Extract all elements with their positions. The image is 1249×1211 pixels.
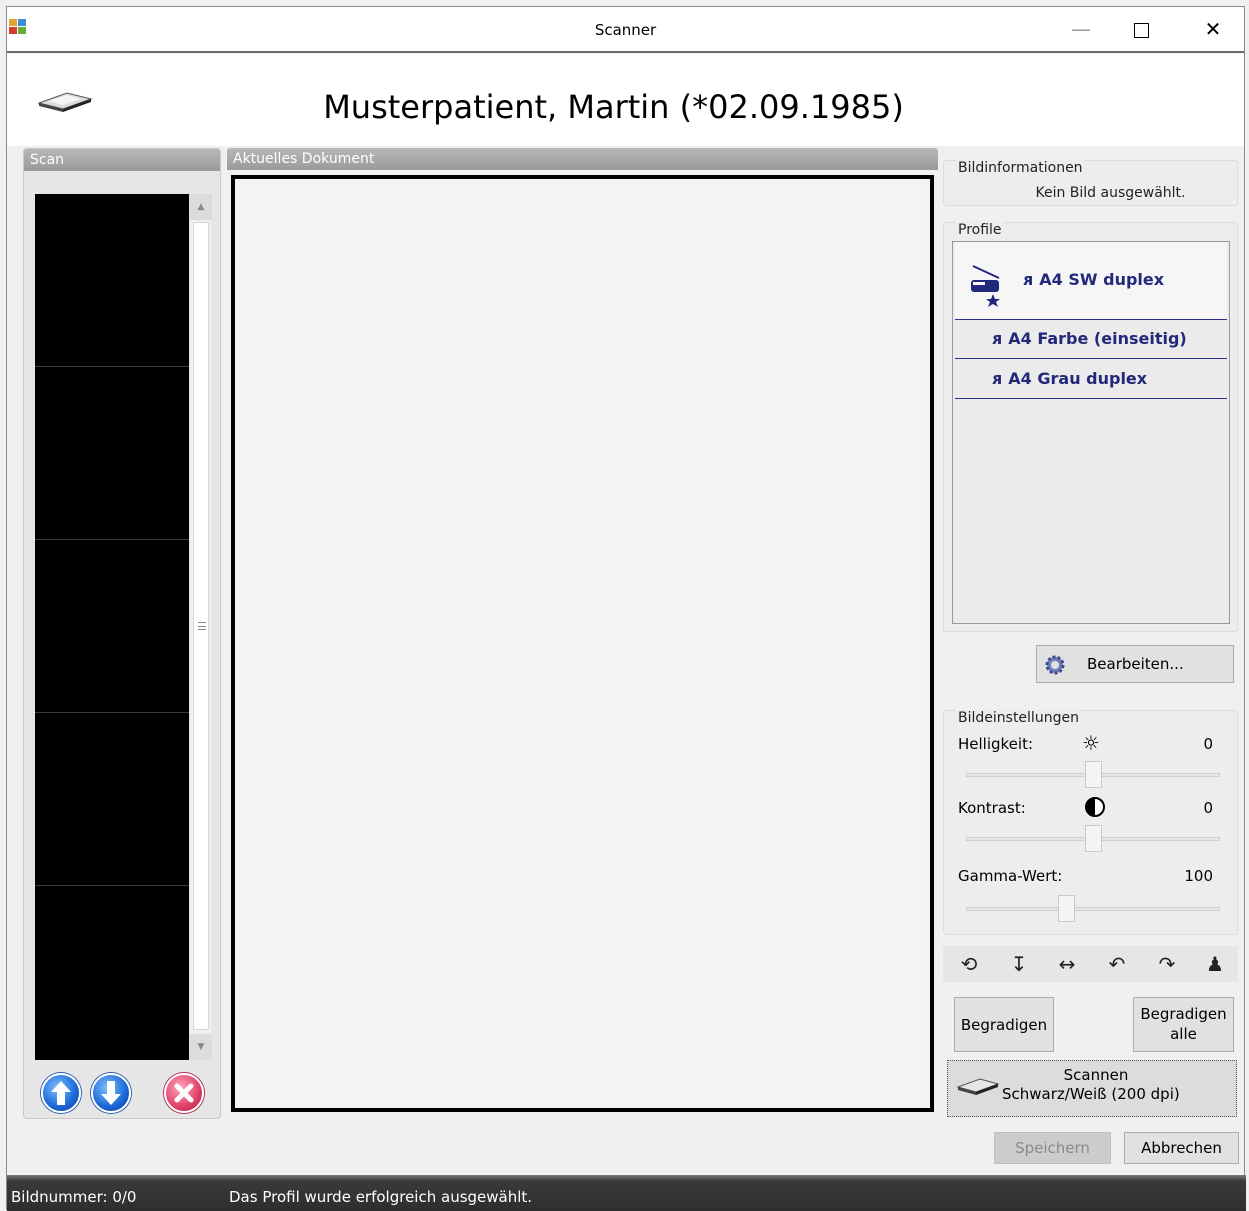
person-icon: ᴙ <box>1023 270 1034 289</box>
rotate-left-icon[interactable]: ↶ <box>1103 950 1131 978</box>
scroll-up-arrow[interactable]: ▲ <box>190 194 212 220</box>
gamma-label: Gamma-Wert: <box>958 867 1063 885</box>
scroll-down-arrow[interactable]: ▼ <box>190 1034 212 1060</box>
gamma-slider-thumb[interactable] <box>1058 895 1075 922</box>
status-message: Das Profil wurde erfolgreich ausgewählt. <box>229 1188 533 1206</box>
title-bar: Scanner — ✕ <box>7 7 1244 53</box>
scanner-default-icon <box>971 265 1000 307</box>
profile-label: A4 Grau duplex <box>1008 369 1148 388</box>
cancel-button[interactable]: Abbrechen <box>1124 1132 1239 1164</box>
image-number-status: Bildnummer: 0/0 <box>11 1188 137 1206</box>
image-tools-toolbar: ⟲ ↧ ↔ ↶ ↷ ♟ <box>943 946 1238 982</box>
close-button[interactable]: ✕ <box>1190 7 1236 51</box>
thumbnail-divider <box>35 539 189 540</box>
profile-list[interactable]: ᴙ A4 SW duplex ᴙ A4 Farbe (einseitig) ᴙ A4 … <box>952 241 1230 624</box>
thumbnail-divider <box>35 712 189 713</box>
delete-button[interactable] <box>164 1073 204 1113</box>
thumbnail-scrollbar[interactable]: ▲ ▼ <box>189 194 212 1060</box>
image-info-group: Bildinformationen Kein Bild ausgewählt. <box>943 160 1238 206</box>
profile-label: A4 Farbe (einseitig) <box>1008 329 1187 348</box>
image-info-text: Kein Bild ausgewählt. <box>1035 185 1186 201</box>
right-sidebar: Bildinformationen Kein Bild ausgewählt. … <box>941 148 1242 1168</box>
gamma-slider-track[interactable] <box>966 907 1220 911</box>
flip-vertical-icon[interactable]: ↧ <box>1005 950 1033 978</box>
delete-x-icon <box>174 1083 194 1103</box>
contrast-value: 0 <box>1203 799 1213 817</box>
scanner-window: Scanner — ✕ Musterpatient, Martin (*02.0… <box>6 6 1246 1211</box>
profiles-group: Profile ᴙ A4 SW duplex ᴙ A4 Farbe (einseit… <box>943 222 1238 632</box>
straighten-all-line2: alle <box>1170 1025 1197 1043</box>
straighten-button[interactable]: Begradigen <box>954 997 1054 1052</box>
document-preview[interactable] <box>231 175 934 1112</box>
scan-panel-title: Scan <box>24 149 220 171</box>
contrast-icon <box>1085 797 1105 817</box>
flip-horizontal-icon[interactable]: ↔ <box>1053 950 1081 978</box>
brightness-value: 0 <box>1203 735 1213 753</box>
move-up-button[interactable] <box>41 1073 81 1113</box>
scan-panel: Scan ▲ ▼ <box>23 148 221 1119</box>
maximize-icon <box>1133 23 1149 38</box>
person-icon[interactable]: ♟ <box>1201 950 1229 978</box>
straighten-all-line1: Begradigen <box>1140 1005 1227 1023</box>
status-bar: Bildnummer: 0/0 Das Profil wurde erfolgr… <box>7 1175 1246 1211</box>
gamma-value: 100 <box>1184 867 1213 885</box>
image-settings-group: Bildeinstellungen Helligkeit: ☼ 0 Kontra… <box>943 710 1238 935</box>
maximize-button[interactable] <box>1118 7 1164 51</box>
profile-item-a4-grau-duplex[interactable]: ᴙ A4 Grau duplex <box>955 361 1227 399</box>
image-settings-title: Bildeinstellungen <box>956 710 1081 726</box>
brightness-slider-thumb[interactable] <box>1085 761 1102 788</box>
scan-button-line1: Scannen <box>1063 1066 1129 1084</box>
profile-label: A4 SW duplex <box>1039 270 1165 289</box>
sun-icon: ☼ <box>1082 731 1100 755</box>
document-panel: Aktuelles Dokument <box>227 148 938 1119</box>
rotate-circle-icon[interactable]: ⟲ <box>955 950 983 978</box>
gear-icon <box>1045 655 1065 675</box>
thumbnail-list[interactable] <box>35 194 189 1060</box>
thumbnail-divider <box>35 885 189 886</box>
patient-name: Musterpatient, Martin (*02.09.1985) <box>323 88 904 126</box>
person-icon: ᴙ <box>992 329 1003 348</box>
save-button[interactable]: Speichern <box>994 1132 1111 1164</box>
brightness-label: Helligkeit: <box>958 735 1034 753</box>
scroll-thumb[interactable] <box>193 222 209 1030</box>
contrast-label: Kontrast: <box>958 799 1026 817</box>
image-info-title: Bildinformationen <box>956 160 1085 176</box>
patient-header: Musterpatient, Martin (*02.09.1985) <box>7 54 1244 146</box>
move-down-button[interactable] <box>91 1073 131 1113</box>
contrast-slider-thumb[interactable] <box>1085 825 1102 852</box>
person-icon: ᴙ <box>992 369 1003 388</box>
arrow-up-icon <box>51 1081 71 1105</box>
arrow-down-icon <box>101 1081 121 1105</box>
rotate-right-icon[interactable]: ↷ <box>1153 950 1181 978</box>
scroll-grip-icon <box>198 622 206 630</box>
thumbnail-divider <box>35 366 189 367</box>
scan-button-line2: Schwarz/Weiß (200 dpi) <box>1002 1085 1180 1103</box>
edit-profiles-button[interactable]: Bearbeiten... <box>1036 645 1234 683</box>
edit-profiles-label: Bearbeiten... <box>1087 655 1184 673</box>
profile-item-a4-farbe[interactable]: ᴙ A4 Farbe (einseitig) <box>955 321 1227 359</box>
straighten-all-button[interactable]: Begradigen alle <box>1133 997 1234 1052</box>
scan-button[interactable]: Scannen Schwarz/Weiß (200 dpi) <box>947 1060 1237 1117</box>
minimize-button[interactable]: — <box>1058 7 1104 51</box>
profile-item-a4-sw-duplex[interactable]: ᴙ A4 SW duplex <box>955 242 1227 320</box>
profiles-title: Profile <box>956 222 1004 238</box>
document-panel-title: Aktuelles Dokument <box>227 148 938 170</box>
